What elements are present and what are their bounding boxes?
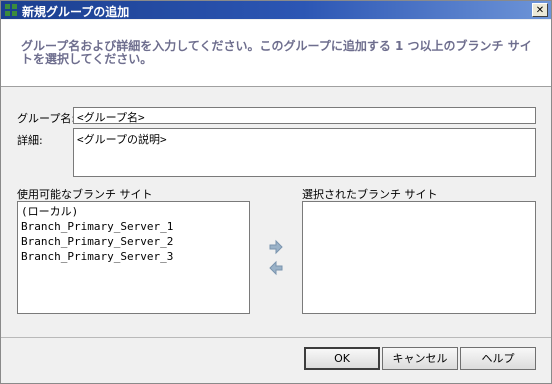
- app-icon: [5, 4, 17, 16]
- group-name-input[interactable]: <グループ名>: [73, 107, 536, 124]
- footer-divider: [1, 337, 551, 338]
- add-group-dialog: 新規グループの追加 ✕ グループ名および詳細を入力してください。このグループに追…: [0, 0, 552, 384]
- instruction-banner: グループ名および詳細を入力してください。このグループに追加する 1 つ以上のブラ…: [1, 20, 551, 87]
- title-bar[interactable]: 新規グループの追加 ✕: [1, 1, 551, 19]
- arrow-right-icon[interactable]: [268, 239, 284, 255]
- window-title: 新規グループの追加: [22, 5, 130, 19]
- selected-sites-list[interactable]: [302, 201, 536, 314]
- list-item[interactable]: Branch_Primary_Server_2: [21, 234, 246, 249]
- cancel-button[interactable]: キャンセル: [382, 347, 458, 370]
- list-item[interactable]: Branch_Primary_Server_1: [21, 219, 246, 234]
- close-icon: ✕: [535, 5, 545, 16]
- available-sites-list[interactable]: (ローカル) Branch_Primary_Server_1 Branch_Prim…: [17, 201, 250, 314]
- list-item[interactable]: (ローカル): [21, 204, 246, 219]
- available-sites-label: 使用可能なブランチ サイト: [17, 188, 153, 201]
- ok-button[interactable]: OK: [304, 347, 380, 370]
- help-button[interactable]: ヘルプ: [460, 347, 536, 370]
- list-item[interactable]: Branch_Primary_Server_3: [21, 249, 246, 264]
- instruction-text: グループ名および詳細を入力してください。このグループに追加する 1 つ以上のブラ…: [21, 39, 532, 66]
- details-label: 詳細:: [17, 134, 43, 147]
- arrow-left-icon[interactable]: [268, 260, 284, 276]
- selected-sites-label: 選択されたブランチ サイト: [302, 188, 438, 201]
- close-button[interactable]: ✕: [532, 3, 548, 17]
- details-input[interactable]: <グループの説明>: [73, 128, 536, 177]
- group-name-label: グループ名:: [17, 112, 76, 125]
